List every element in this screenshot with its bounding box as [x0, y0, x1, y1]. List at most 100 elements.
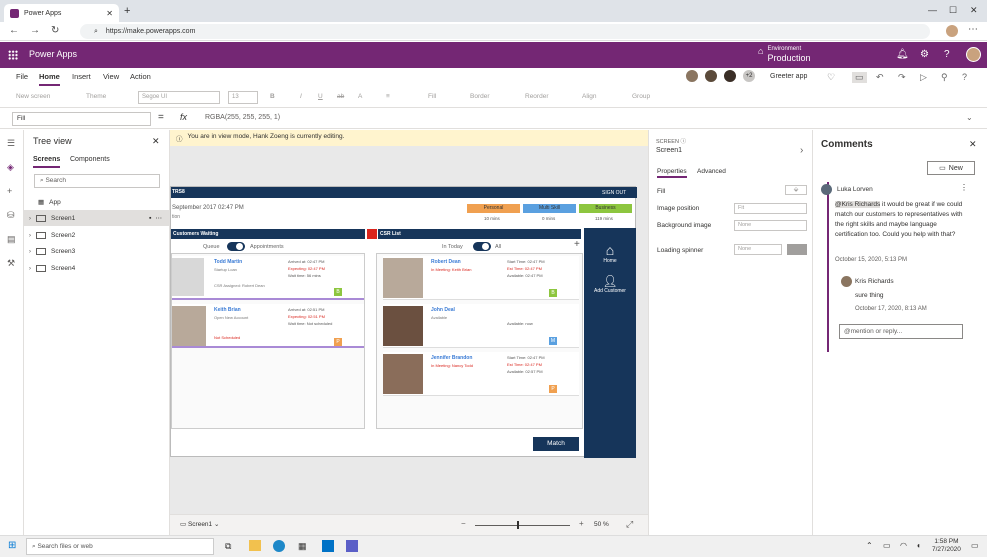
text-align-icon[interactable]: ≡ [386, 93, 390, 100]
url-field[interactable]: ⌕ https://make.powerapps.com [80, 24, 930, 39]
queue-toggle[interactable] [227, 242, 245, 251]
insert-icon[interactable]: + [7, 186, 12, 196]
more-options-icon[interactable]: ⋯ [156, 214, 163, 222]
browser-menu-icon[interactable]: ⋯ [968, 24, 978, 35]
share-icon[interactable]: ⚲ [941, 72, 948, 83]
checker-icon[interactable]: ♡ [827, 72, 835, 83]
chevron-down-icon[interactable]: ⌄ [966, 113, 973, 122]
notifications-icon[interactable]: ▭ [971, 541, 979, 550]
zoom-slider[interactable] [475, 525, 570, 526]
tree-view-icon[interactable]: ◈ [7, 162, 14, 173]
mention[interactable]: @Kris Richards [835, 201, 881, 208]
battery-icon[interactable]: ▭ [883, 541, 891, 550]
volume-icon[interactable]: ◖ [916, 541, 921, 550]
customer-card[interactable]: Keith Brian Open New Account Not Schedul… [172, 304, 364, 348]
new-comment-button[interactable]: ▭ New [927, 161, 975, 175]
close-icon[interactable]: ✕ [152, 136, 160, 147]
csr-card[interactable]: Jennifer Brandon In Meeting: Nancy Todd … [383, 352, 579, 396]
teams-icon[interactable] [346, 540, 358, 552]
app-launcher-icon[interactable] [8, 50, 18, 60]
maximize-icon[interactable]: ☐ [949, 5, 957, 16]
tag-personal[interactable]: Personal [467, 204, 520, 213]
menu-insert[interactable]: Insert [72, 72, 91, 81]
italic-icon[interactable]: I [300, 93, 302, 100]
font-color-icon[interactable]: A [358, 93, 362, 100]
back-icon[interactable]: ← [9, 25, 19, 36]
collaborator-avatar[interactable] [704, 69, 718, 83]
close-tab-icon[interactable]: ✕ [106, 9, 113, 18]
tab-screens[interactable]: Screens [33, 156, 61, 168]
user-avatar[interactable] [966, 47, 981, 62]
tree-item-screen2[interactable]: › Screen2 [24, 227, 170, 243]
csr-card[interactable]: Robert Dean In Meeting: Keith Brian Star… [383, 256, 579, 300]
chevron-right-icon[interactable]: › [24, 265, 36, 272]
refresh-icon[interactable]: ↻ [51, 25, 59, 36]
help-icon[interactable]: ? [962, 72, 967, 82]
spinner-color-picker[interactable] [787, 244, 807, 255]
media-icon[interactable]: ▤ [7, 234, 16, 245]
new-tab-icon[interactable]: + [124, 5, 130, 17]
undo-icon[interactable]: ↶ [876, 72, 884, 83]
close-icon[interactable]: ✕ [969, 139, 977, 150]
align-button[interactable]: Align [582, 93, 596, 100]
browser-tab[interactable]: Power Apps ✕ [4, 4, 119, 22]
wifi-icon[interactable]: ◠ [900, 541, 907, 550]
collaborator-avatar[interactable] [685, 69, 699, 83]
tag-business[interactable]: Business [579, 204, 632, 213]
zoom-in-icon[interactable]: + [579, 519, 584, 528]
tree-item-screen1[interactable]: › Screen1 ▪ ⋯ [24, 210, 170, 226]
reply-input[interactable]: @mention or reply... [839, 324, 963, 339]
zoom-slider-thumb[interactable] [517, 521, 519, 529]
chevron-right-icon[interactable]: › [24, 232, 36, 239]
file-explorer-icon[interactable] [249, 540, 261, 551]
csr-card[interactable]: John Deal Available Available: now M [383, 304, 579, 348]
hamburger-icon[interactable]: ☰ [7, 138, 15, 149]
sign-out-button[interactable]: SIGN OUT [602, 190, 626, 196]
reorder-button[interactable]: Reorder [525, 93, 548, 100]
tab-advanced[interactable]: Advanced [697, 168, 726, 175]
customer-card[interactable]: Todd Martin Startup Loan CSR Assigned: R… [172, 256, 364, 300]
font-size-select[interactable]: 13 [228, 91, 258, 104]
group-button[interactable]: Group [632, 93, 650, 100]
gear-icon[interactable]: ⚙ [920, 49, 929, 60]
tree-item-screen3[interactable]: › Screen3 [24, 243, 170, 259]
formula-input[interactable]: RGBA(255, 255, 255, 1) [205, 114, 280, 121]
in-today-toggle[interactable] [473, 242, 491, 251]
task-view-icon[interactable]: ⧉ [225, 541, 231, 552]
taskbar-clock[interactable]: 1:58 PM 7/27/2020 [932, 538, 961, 554]
taskbar-search[interactable]: ⌕ Search files or web [26, 538, 214, 555]
bell-icon[interactable]: 🔔︎ [896, 49, 909, 60]
strikethrough-icon[interactable]: ab [337, 93, 344, 100]
fx-icon[interactable]: fx [180, 112, 187, 122]
app-screen-preview[interactable]: TRS8 SIGN OUT September 2017 02:47 PM ti… [170, 186, 637, 458]
fill-color-picker[interactable]: ⬙ [785, 185, 807, 195]
tab-properties[interactable]: Properties [657, 168, 687, 178]
menu-view[interactable]: View [103, 72, 119, 81]
property-select[interactable]: Fill [12, 112, 151, 126]
data-icon[interactable]: ⛁ [7, 210, 15, 221]
outlook-icon[interactable] [322, 540, 334, 552]
match-button[interactable]: Match [533, 437, 579, 451]
tree-item-app[interactable]: ▦ App [24, 194, 170, 210]
close-window-icon[interactable]: ✕ [970, 5, 978, 16]
tree-search-input[interactable]: ⌕ Search [34, 174, 160, 188]
add-icon[interactable]: + [574, 239, 580, 250]
screen-selector[interactable]: ▭ Screen1 ⌄ [180, 520, 219, 528]
zoom-out-icon[interactable]: − [461, 519, 466, 528]
play-icon[interactable]: ▷ [920, 72, 927, 83]
fit-to-window-icon[interactable]: ⤢ [626, 519, 633, 530]
image-position-select[interactable]: Fit [734, 203, 807, 214]
help-icon[interactable]: ? [944, 49, 950, 60]
theme-button[interactable]: Theme [86, 93, 106, 100]
profile-avatar[interactable] [946, 25, 958, 37]
background-image-select[interactable]: None [734, 220, 807, 231]
chevron-right-icon[interactable]: › [24, 215, 36, 222]
forward-icon[interactable]: → [30, 25, 40, 36]
edge-icon[interactable] [273, 540, 285, 552]
chevron-up-icon[interactable]: ⌃ [866, 541, 873, 550]
tab-components[interactable]: Components [70, 156, 110, 163]
fill-button[interactable]: Fill [428, 93, 436, 100]
advanced-tools-icon[interactable]: ⚒ [7, 258, 15, 269]
home-icon[interactable]: ⌂ [584, 242, 636, 258]
bold-icon[interactable]: B [270, 93, 275, 100]
